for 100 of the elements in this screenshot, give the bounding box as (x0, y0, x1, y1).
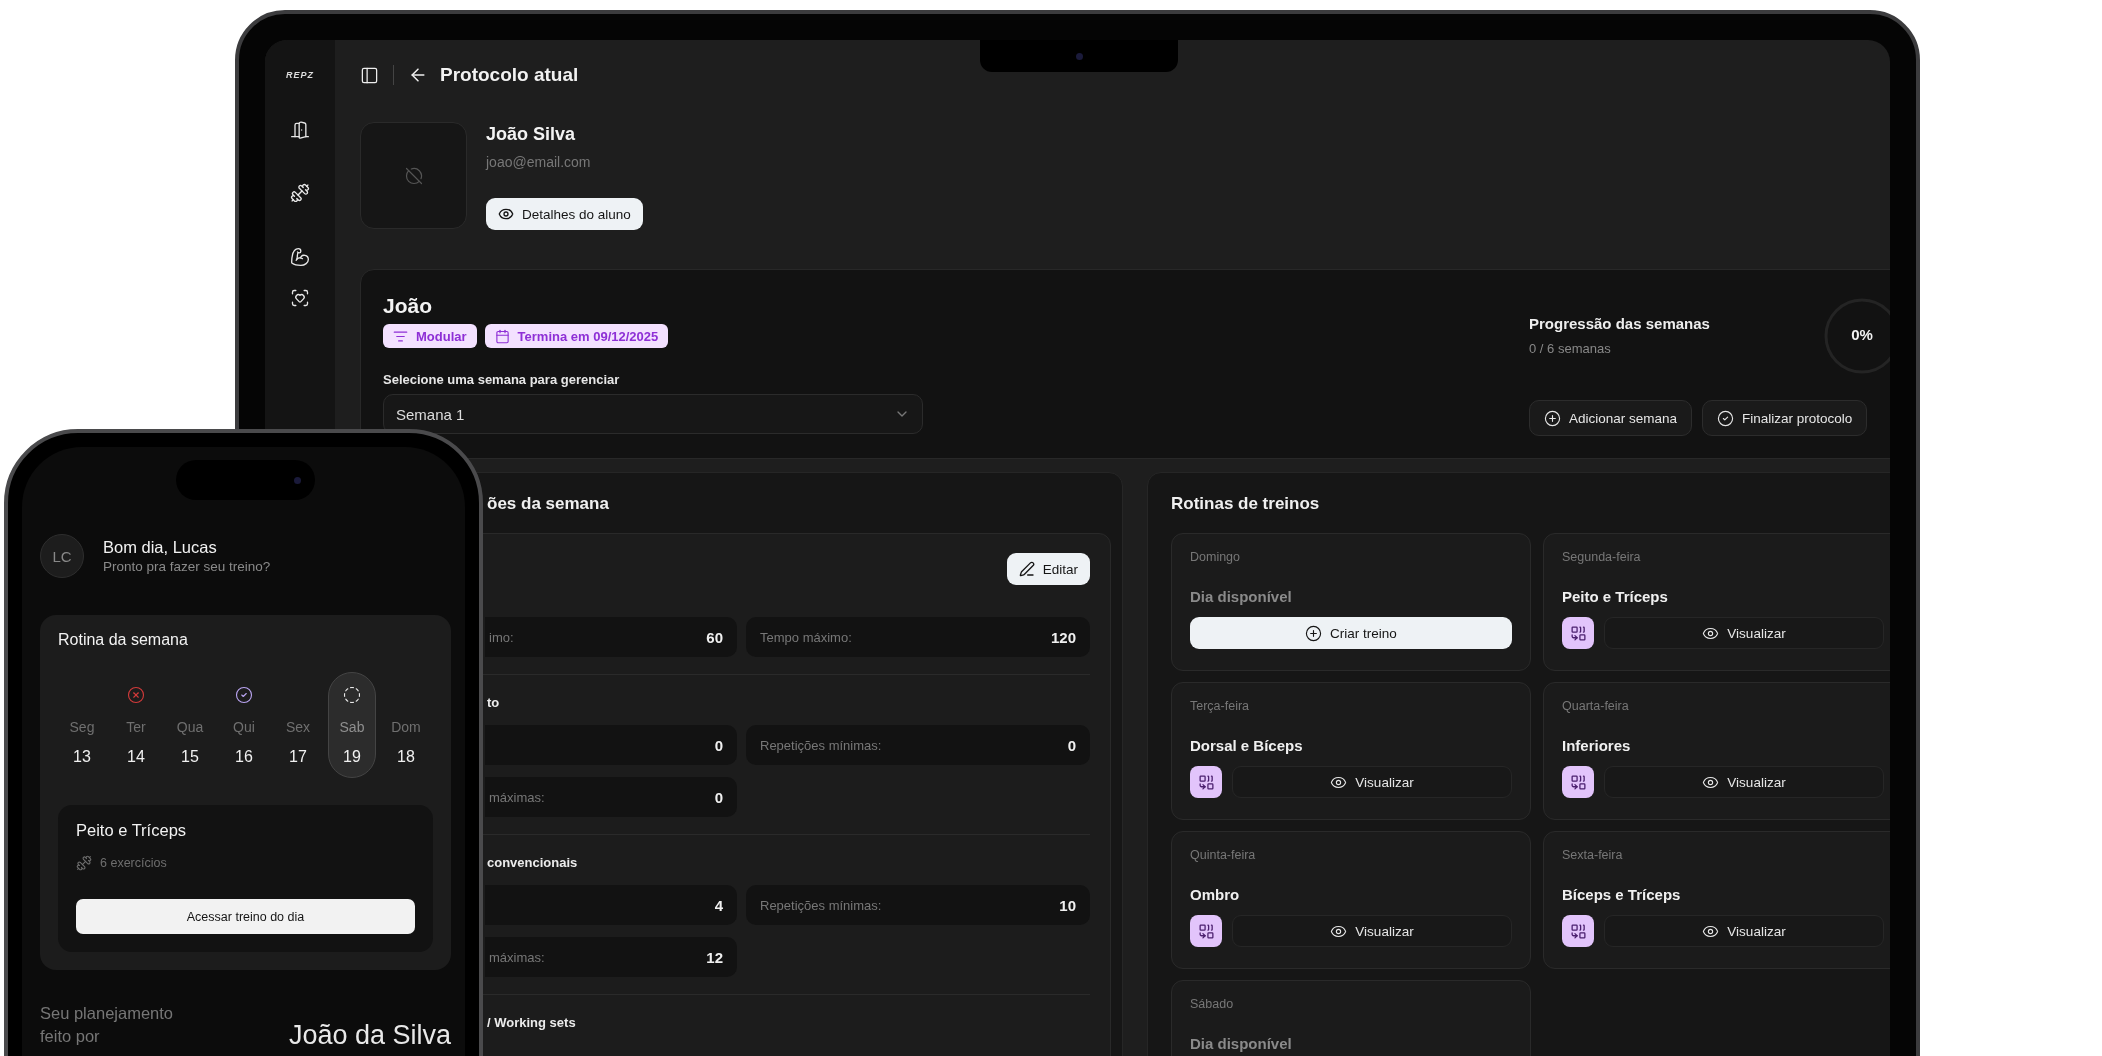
view-button[interactable]: Visualizar (1604, 617, 1884, 649)
check-circle-icon (1717, 409, 1735, 427)
progress-subtitle: 0 / 6 semanas (1529, 341, 1612, 357)
field-label: máximas: (489, 789, 545, 805)
linked-squares-button[interactable] (1562, 617, 1594, 649)
week-select-label: Selecione uma semana para gerenciar (383, 371, 621, 389)
create-workout-button[interactable]: Criar treino (1190, 617, 1512, 649)
routine-title: Dia disponível (1190, 587, 1293, 607)
day-item[interactable]: Sex 17 (274, 672, 322, 778)
logo: REPZ (286, 69, 314, 82)
day-item[interactable]: Dom 18 (382, 672, 430, 778)
day-label: Qui (233, 719, 255, 736)
x-circle-icon (127, 686, 145, 704)
view-button[interactable]: Visualizar (1604, 915, 1884, 947)
linked-squares-icon (1569, 922, 1587, 940)
weekday-label: Sexta-feira (1562, 847, 1624, 864)
day-label: Qua (176, 719, 204, 736)
linked-squares-icon (1197, 922, 1215, 940)
field-label: Repetições mínimas: (760, 897, 882, 913)
weekday-label: Quinta-feira (1190, 847, 1257, 864)
day-label: Sex (285, 719, 311, 736)
add-week-button[interactable]: Adicionar semana (1529, 400, 1693, 436)
routine-title: Bíceps e Tríceps (1562, 885, 1682, 905)
field-value: 0 (1067, 736, 1076, 754)
greeting: Bom dia, Lucas (103, 536, 218, 558)
number-field[interactable]: Repetições mínimas: 10 (746, 885, 1090, 925)
page-title: Protocolo atual (440, 64, 579, 86)
greeting-subtitle: Pronto pra fazer seu treino? (103, 557, 271, 576)
routine-title: Dia disponível (1190, 1034, 1293, 1054)
no-image-icon (404, 166, 423, 185)
open-workout-button[interactable]: Acessar treino do dia (76, 899, 415, 934)
eye-icon (498, 206, 514, 222)
day-item[interactable]: Ter 14 (112, 672, 160, 778)
sidebar-toggle-icon[interactable] (360, 65, 379, 85)
pencil-icon (1018, 561, 1035, 577)
field-value: 0 (714, 788, 723, 806)
plus-circle-icon (1544, 409, 1561, 427)
panel-title: Rotinas de treinos (1171, 493, 1321, 515)
finish-protocol-button[interactable]: Finalizar protocolo (1702, 400, 1868, 436)
weekday-label: Segunda-feira (1562, 549, 1642, 566)
field-label: máximas: (489, 949, 545, 965)
field-value: 10 (1059, 896, 1076, 914)
linked-squares-button[interactable] (1562, 766, 1594, 798)
day-item[interactable]: Qua 15 (166, 672, 214, 778)
routine-title: Peito e Tríceps (1562, 587, 1669, 607)
routine-title: Inferiores (1562, 736, 1632, 756)
linked-squares-icon (1569, 624, 1587, 642)
section-heading: to (487, 694, 501, 712)
day-number: 18 (397, 747, 415, 767)
field-value: 120 (1050, 628, 1076, 646)
day-number: 13 (73, 747, 91, 767)
number-field[interactable]: 0 (485, 725, 737, 765)
day-number: 15 (181, 747, 199, 767)
field-value: 60 (706, 628, 723, 646)
view-button[interactable]: Visualizar (1604, 766, 1884, 798)
panel-title: ões da semana (487, 493, 610, 515)
field-label: Repetições mínimas: (760, 737, 882, 753)
linked-squares-button[interactable] (1562, 915, 1594, 947)
day-number: 17 (289, 747, 307, 767)
field-value: 0 (714, 736, 723, 754)
day-item[interactable]: Qui 16 (220, 672, 268, 778)
flexed-arm-icon[interactable] (290, 247, 310, 267)
number-field[interactable]: 4 (485, 885, 737, 925)
number-field[interactable]: máximas: 0 (485, 777, 737, 817)
planner-label: Seu planejamento feito por (40, 1003, 174, 1047)
view-button[interactable]: Visualizar (1232, 915, 1512, 947)
dumbbell-icon[interactable] (290, 183, 310, 203)
day-label: Sab (339, 719, 365, 736)
week-title: Rotina da semana (58, 630, 189, 650)
number-field[interactable]: Tempo máximo: 120 (746, 617, 1090, 657)
field-value: 12 (706, 948, 723, 966)
week-select[interactable]: Semana 1 (383, 394, 923, 434)
edit-button[interactable]: Editar (1006, 553, 1090, 585)
day-item[interactable]: Sab 19 (328, 672, 376, 778)
exercise-count: 6 exercícios (100, 855, 167, 872)
workout-title: Peito e Tríceps (76, 820, 188, 841)
linked-squares-button[interactable] (1190, 766, 1222, 798)
linked-squares-icon (1569, 773, 1587, 791)
door-icon[interactable] (290, 120, 310, 140)
student-name: João Silva (486, 123, 576, 145)
student-details-button[interactable]: Detalhes do aluno (486, 198, 643, 230)
weekday-label: Sábado (1190, 996, 1235, 1013)
routine-title: Dorsal e Bíceps (1190, 736, 1304, 756)
field-label: imo: (489, 629, 514, 645)
day-item[interactable]: Seg 13 (58, 672, 106, 778)
day-label: Seg (69, 719, 95, 736)
weekday-label: Domingo (1190, 549, 1242, 566)
check-circle-icon (235, 686, 253, 704)
weekday-label: Terça-feira (1190, 698, 1251, 715)
protocol-tag: Modular (383, 324, 477, 348)
protocol-tag: Termina em 09/12/2025 (484, 324, 669, 348)
day-number: 19 (343, 747, 361, 767)
view-button[interactable]: Visualizar (1232, 766, 1512, 798)
linked-squares-button[interactable] (1190, 915, 1222, 947)
number-field[interactable]: máximas: 12 (485, 937, 737, 977)
section-heading: convencionais (487, 854, 579, 872)
number-field[interactable]: Repetições mínimas: 0 (746, 725, 1090, 765)
number-field[interactable]: imo: 60 (485, 617, 737, 657)
heart-scan-icon[interactable] (290, 288, 310, 308)
dashed-circle-icon (343, 686, 361, 704)
